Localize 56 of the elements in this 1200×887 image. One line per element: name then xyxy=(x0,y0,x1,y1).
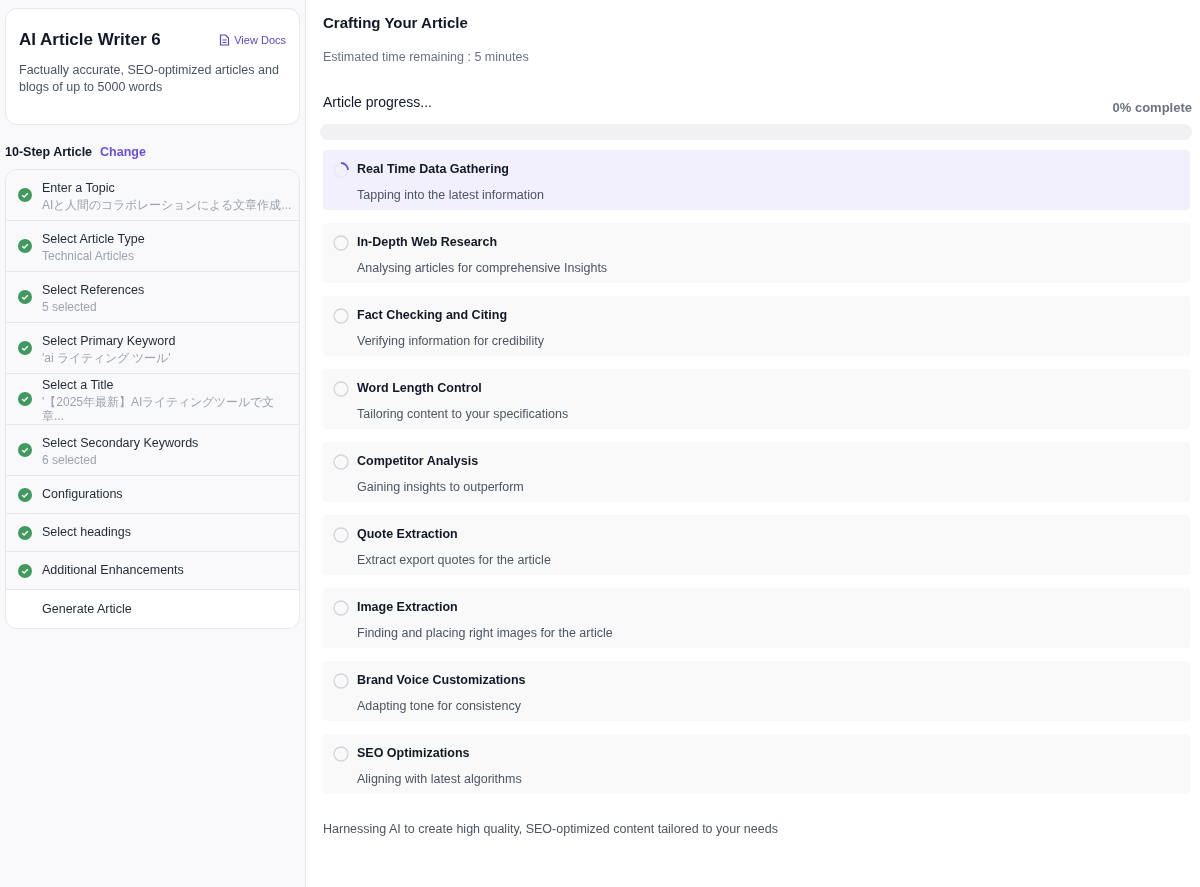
task-subtitle: Tailoring content to your specifications xyxy=(357,406,570,423)
progress-reading: 0% complete xyxy=(1112,98,1192,117)
step-label: Select References xyxy=(42,281,145,299)
empty-circle-icon xyxy=(333,307,349,324)
step-detail: 'ai ライティング ツール' xyxy=(42,350,172,365)
step-label: Enter a Topic xyxy=(42,179,116,197)
app-description: Factually accurate, SEO-optimized articles and blogs of up to 5000 words xyxy=(19,61,280,96)
task-title: Brand Voice Customizations xyxy=(357,672,526,690)
task-title: Word Length Control xyxy=(357,380,482,398)
step-detail: '【2025年最新】AIライティングツールで文章... xyxy=(42,394,276,423)
step-label: Select headings xyxy=(42,524,131,542)
empty-circle-icon xyxy=(333,234,349,251)
empty-circle-icon xyxy=(333,599,349,616)
plan-label: 10-Step Article xyxy=(5,143,93,161)
step-label: Select Secondary Keywords xyxy=(42,434,199,452)
step-item[interactable]: Enter a Topic AIと人間のコラボレーションによる文章作成... xyxy=(6,170,299,222)
step-label: Select Primary Keyword xyxy=(42,332,176,350)
step-detail: 5 selected xyxy=(42,299,98,314)
task-subtitle: Finding and placing right images for the article xyxy=(357,625,614,642)
empty-circle-icon xyxy=(333,380,349,397)
step-detail: AIと人間のコラボレーションによる文章作成... xyxy=(42,197,292,212)
empty-circle-icon xyxy=(333,672,349,689)
task-title: Competitor Analysis xyxy=(357,453,479,471)
empty-circle-icon xyxy=(333,745,349,762)
task-subtitle: Tapping into the latest information xyxy=(357,187,545,204)
view-docs-link[interactable]: View Docs xyxy=(219,31,286,48)
task-title: SEO Optimizations xyxy=(357,745,470,763)
page-title: Crafting Your Article xyxy=(323,13,469,33)
task-subtitle: Extract export quotes for the article xyxy=(357,552,552,569)
step-item[interactable]: Generate Article xyxy=(6,590,299,629)
step-label: Configurations xyxy=(42,486,123,504)
step-label: Generate Article xyxy=(42,600,132,618)
empty-circle-icon xyxy=(333,526,349,543)
step-detail: 6 selected xyxy=(42,452,98,467)
task-title: Fact Checking and Citing xyxy=(357,307,507,325)
task-subtitle: Verifying information for credibility xyxy=(357,333,545,350)
task-title: Quote Extraction xyxy=(357,526,458,544)
step-label: Select a Title xyxy=(42,376,115,394)
time-estimate: Estimated time remaining : 5 minutes xyxy=(323,48,530,66)
task-title: Real Time Data Gathering xyxy=(357,161,509,179)
task-subtitle: Gaining insights to outperform xyxy=(357,479,525,496)
step-label: Select Article Type xyxy=(42,230,145,248)
task-subtitle: Analysing articles for comprehensive Insights xyxy=(357,260,609,277)
task-title: Image Extraction xyxy=(357,599,458,617)
task-title: In-Depth Web Research xyxy=(357,234,498,252)
task-subtitle: Aligning with latest algorithms xyxy=(357,771,523,788)
step-detail: Technical Articles xyxy=(42,248,136,263)
empty-circle-icon xyxy=(333,453,349,470)
change-link[interactable]: Change xyxy=(100,142,146,162)
footer-text: Harnessing AI to create high quality, SEO-optimized content tailored to your needs xyxy=(323,821,779,839)
progress-label: Article progress... xyxy=(323,93,432,113)
spinner-icon xyxy=(333,161,349,178)
app-title: AI Article Writer 6 xyxy=(19,29,161,51)
task-subtitle: Adapting tone for consistency xyxy=(357,698,522,715)
document-icon xyxy=(219,33,231,46)
step-label: Additional Enhancements xyxy=(42,562,184,580)
